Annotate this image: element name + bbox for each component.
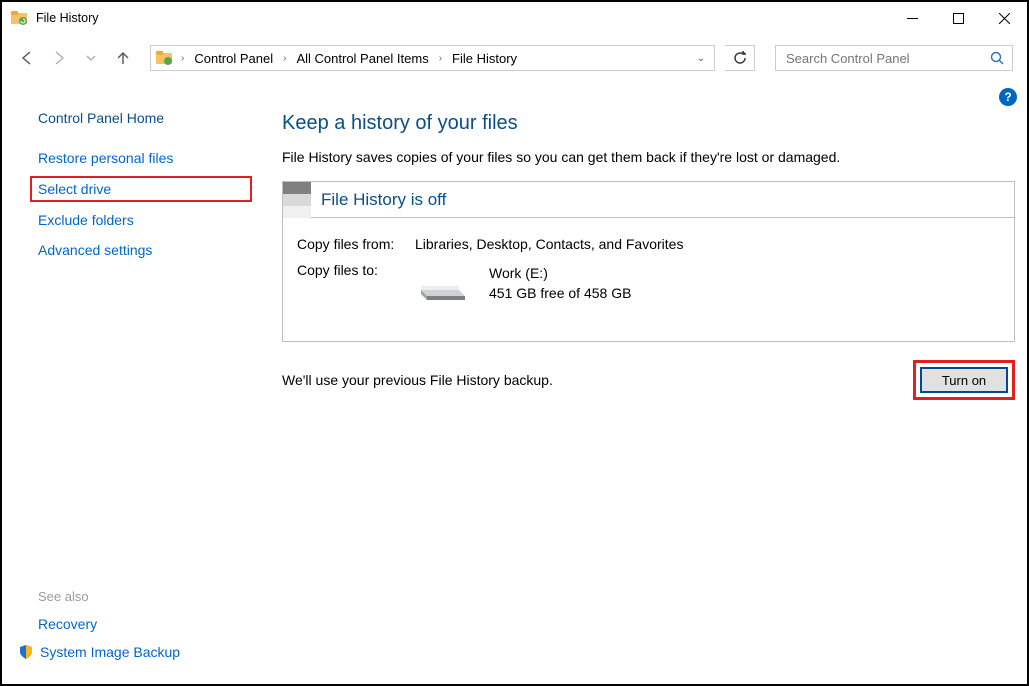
close-button[interactable] <box>981 3 1027 33</box>
drive-icon <box>415 266 471 302</box>
search-input[interactable] <box>784 50 990 67</box>
back-button[interactable] <box>16 47 38 69</box>
window-buttons <box>889 3 1027 33</box>
window-title: File History <box>36 11 99 25</box>
drive-space: 451 GB free of 458 GB <box>489 284 631 304</box>
panel-header: File History is off <box>283 182 1014 218</box>
system-image-backup-link[interactable]: System Image Backup <box>18 644 248 660</box>
footer-row: We'll use your previous File History bac… <box>282 360 1015 400</box>
page-heading: Keep a history of your files <box>282 112 1015 135</box>
panel-body: Copy files from: Libraries, Desktop, Con… <box>283 218 1014 341</box>
control-panel-home-link[interactable]: Control Panel Home <box>38 110 248 126</box>
turn-on-button[interactable]: Turn on <box>920 367 1008 393</box>
status-title: File History is off <box>321 190 446 210</box>
chevron-icon[interactable]: › <box>437 53 444 64</box>
app-icon <box>10 9 28 27</box>
drive-info: Work (E:) 451 GB free of 458 GB <box>415 264 631 303</box>
recovery-link[interactable]: Recovery <box>38 616 248 632</box>
advanced-settings-link[interactable]: Advanced settings <box>38 242 248 258</box>
up-button[interactable] <box>112 47 134 69</box>
sidebar: Control Panel Home Restore personal file… <box>2 94 262 684</box>
previous-backup-message: We'll use your previous File History bac… <box>282 372 913 388</box>
status-icon <box>283 182 311 218</box>
copy-from-value: Libraries, Desktop, Contacts, and Favori… <box>415 236 683 252</box>
titlebar: File History <box>2 2 1027 34</box>
chevron-icon[interactable]: › <box>281 53 288 64</box>
refresh-button[interactable] <box>725 45 755 71</box>
copy-to-label: Copy files to: <box>297 262 415 278</box>
page-description: File History saves copies of your files … <box>282 149 1015 165</box>
chevron-icon[interactable]: › <box>179 53 186 64</box>
main-content: Keep a history of your files File Histor… <box>262 94 1027 684</box>
drive-name: Work (E:) <box>489 264 631 284</box>
system-image-backup-label: System Image Backup <box>40 644 180 660</box>
address-dropdown-icon[interactable]: ⌄ <box>692 53 710 64</box>
minimize-button[interactable] <box>889 3 935 33</box>
breadcrumb-control-panel[interactable]: Control Panel <box>192 50 275 67</box>
breadcrumb-all-items[interactable]: All Control Panel Items <box>294 50 430 67</box>
see-also-heading: See also <box>38 589 248 604</box>
forward-button[interactable] <box>48 47 70 69</box>
select-drive-link[interactable]: Select drive <box>34 180 248 198</box>
address-bar[interactable]: › Control Panel › All Control Panel Item… <box>150 45 715 71</box>
turn-on-highlight: Turn on <box>913 360 1015 400</box>
body: Control Panel Home Restore personal file… <box>2 94 1027 684</box>
search-box[interactable] <box>775 45 1013 71</box>
recent-dropdown[interactable] <box>80 47 102 69</box>
shield-icon <box>18 644 34 660</box>
restore-personal-files-link[interactable]: Restore personal files <box>38 150 248 166</box>
breadcrumb-file-history[interactable]: File History <box>450 50 519 67</box>
navbar: › Control Panel › All Control Panel Item… <box>2 40 1027 76</box>
exclude-folders-link[interactable]: Exclude folders <box>38 212 248 228</box>
copy-from-label: Copy files from: <box>297 236 415 252</box>
address-folder-icon <box>155 49 173 67</box>
search-icon[interactable] <box>990 51 1004 65</box>
maximize-button[interactable] <box>935 3 981 33</box>
status-panel: File History is off Copy files from: Lib… <box>282 181 1015 342</box>
